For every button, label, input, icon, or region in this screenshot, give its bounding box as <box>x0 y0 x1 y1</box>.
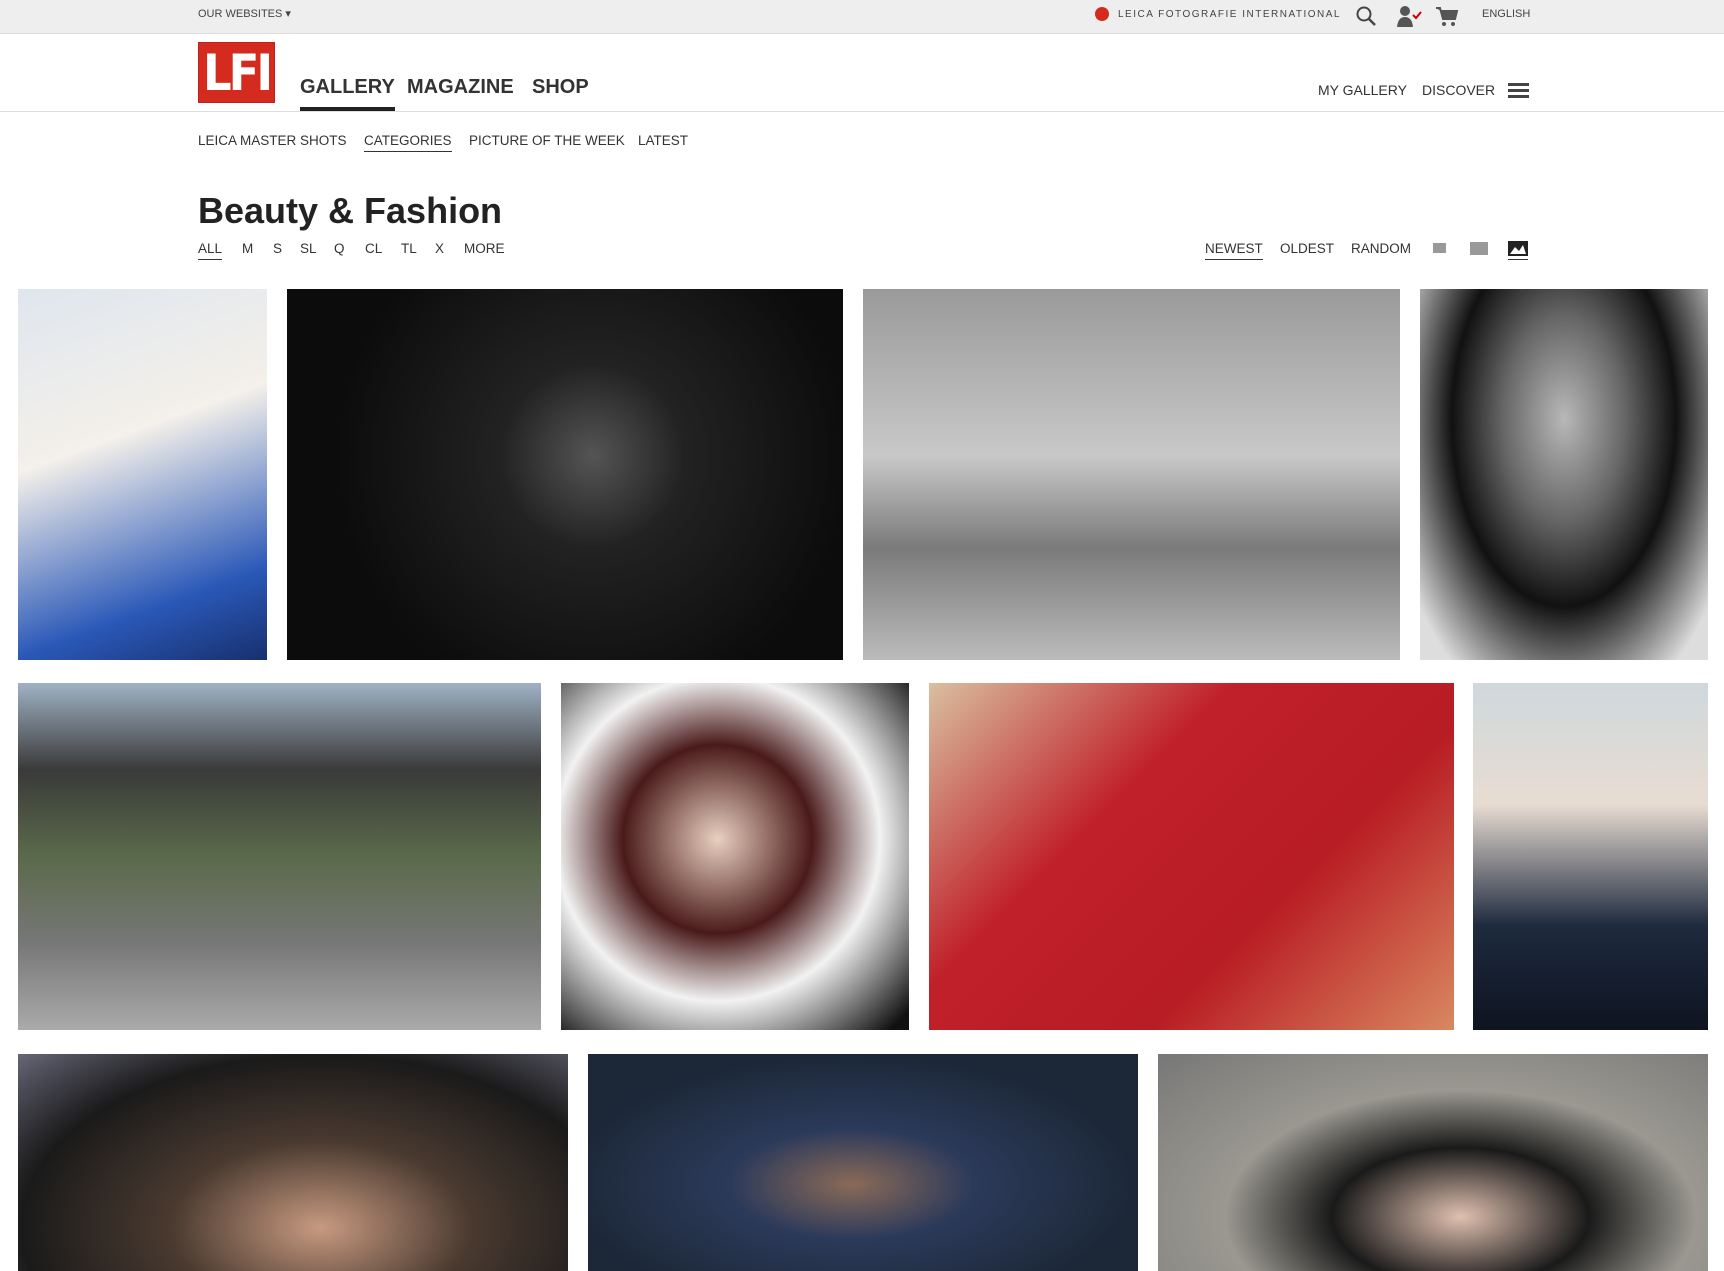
sort-random[interactable]: RANDOM <box>1351 241 1411 256</box>
nav-magazine[interactable]: MAGAZINE <box>407 76 514 99</box>
filter-more[interactable]: MORE <box>464 241 505 256</box>
leica-logo-icon <box>1095 7 1109 21</box>
sort-oldest[interactable]: OLDEST <box>1280 241 1334 256</box>
filter-x[interactable]: X <box>435 241 444 256</box>
nav-discover[interactable]: DISCOVER <box>1422 82 1495 98</box>
brand-link[interactable]: LEICA FOTOGRAFIE INTERNATIONAL <box>1118 9 1341 20</box>
gallery-photo[interactable] <box>1420 289 1708 660</box>
nav-gallery[interactable]: GALLERY <box>300 76 395 111</box>
gallery-photo[interactable] <box>18 683 541 1030</box>
gallery-photo[interactable] <box>863 289 1400 660</box>
page-title: Beauty & Fashion <box>198 190 503 231</box>
subnav-picture-of-the-week[interactable]: PICTURE OF THE WEEK <box>469 133 625 148</box>
cart-icon[interactable] <box>1435 5 1459 27</box>
our-websites-dropdown[interactable]: OUR WEBSITES ▾ <box>198 7 291 20</box>
gallery-photo[interactable] <box>929 683 1454 1030</box>
gallery-photo[interactable] <box>1158 1054 1708 1271</box>
large-thumb-icon[interactable] <box>1508 238 1528 260</box>
filter-q[interactable]: Q <box>334 241 345 256</box>
gallery-photo[interactable] <box>561 683 909 1030</box>
subnav-latest[interactable]: LATEST <box>638 133 688 148</box>
search-icon[interactable] <box>1355 5 1377 27</box>
filter-cl[interactable]: CL <box>365 241 382 256</box>
lfi-logo[interactable]: LFI <box>198 42 275 103</box>
user-check-icon[interactable] <box>1395 5 1423 27</box>
gallery-photo[interactable] <box>18 289 267 660</box>
hamburger-menu-icon[interactable] <box>1508 83 1529 99</box>
small-thumb-icon[interactable] <box>1432 240 1446 256</box>
medium-thumb-icon[interactable] <box>1470 240 1488 256</box>
filter-tl[interactable]: TL <box>401 241 417 256</box>
subnav-categories[interactable]: CATEGORIES <box>364 133 452 152</box>
sort-newest[interactable]: NEWEST <box>1205 241 1263 260</box>
nav-shop[interactable]: SHOP <box>532 76 589 99</box>
gallery-photo[interactable] <box>18 1054 568 1271</box>
filter-s[interactable]: S <box>273 241 282 256</box>
gallery-photo[interactable] <box>1473 683 1708 1030</box>
subnav-leica-master-shots[interactable]: LEICA MASTER SHOTS <box>198 133 347 148</box>
gallery-photo[interactable] <box>588 1054 1138 1271</box>
filter-m[interactable]: M <box>242 241 253 256</box>
language-selector[interactable]: ENGLISH <box>1482 8 1530 20</box>
gallery-photo[interactable] <box>287 289 843 660</box>
nav-my-gallery[interactable]: MY GALLERY <box>1318 82 1407 98</box>
filter-all[interactable]: ALL <box>198 241 223 260</box>
filter-sl[interactable]: SL <box>300 241 317 256</box>
